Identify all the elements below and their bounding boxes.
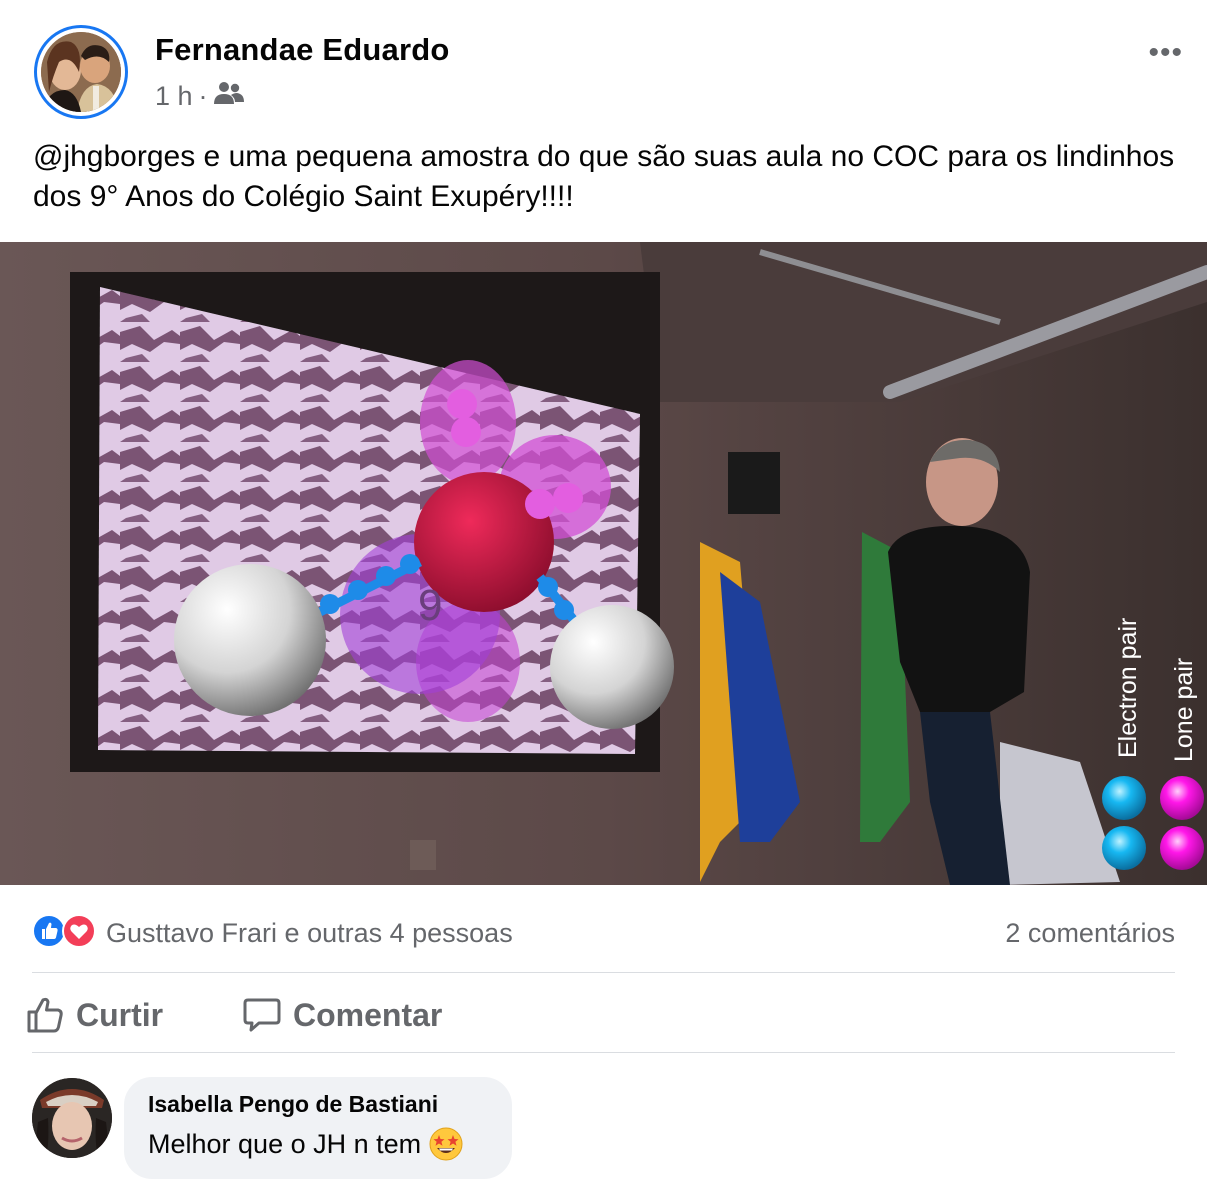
post-meta: 1 h ·: [155, 80, 244, 113]
more-icon[interactable]: •••: [1148, 36, 1183, 70]
author-avatar[interactable]: [41, 32, 121, 112]
comment-text-row: Melhor que o JH n tem: [148, 1127, 463, 1161]
lone-pair-dot: [1160, 826, 1204, 870]
like-icon: [32, 914, 66, 948]
comment-item: Isabella Pengo de Bastiani Melhor que o …: [0, 1068, 1207, 1190]
projection-number: 9: [418, 581, 442, 630]
divider: [32, 972, 1175, 973]
divider: [32, 1052, 1175, 1053]
reactions-summary[interactable]: Gusttavo Frari e outras 4 pessoas: [106, 918, 513, 949]
comment-button-label: Comentar: [293, 996, 443, 1033]
friends-icon: [213, 80, 244, 113]
electron-pair-dot: [1102, 776, 1146, 820]
post-header: Fernandae Eduardo 1 h · •••: [0, 0, 1207, 130]
star-struck-emoji-icon: [429, 1127, 463, 1161]
comment-icon: [243, 998, 281, 1032]
commenter-avatar[interactable]: [32, 1078, 112, 1158]
commenter-avatar-photo: [32, 1078, 112, 1158]
post-text: @jhgborges e uma pequena amostra do que …: [33, 140, 1175, 213]
comment-text: Melhor que o JH n tem: [148, 1128, 422, 1159]
meta-separator: ·: [198, 81, 208, 111]
commenter-name[interactable]: Isabella Pengo de Bastiani: [148, 1091, 438, 1118]
like-button[interactable]: Curtir: [26, 985, 163, 1045]
like-button-label: Curtir: [76, 996, 164, 1033]
legend-lone-label: Lone pair: [1170, 658, 1198, 762]
comment-bubble: Isabella Pengo de Bastiani Melhor que o …: [124, 1077, 512, 1179]
lone-pair-dot: [1160, 776, 1204, 820]
action-bar: Curtir Comentar: [0, 985, 1207, 1045]
thumbs-up-icon: [27, 997, 63, 1033]
comment-button[interactable]: Comentar: [243, 985, 442, 1045]
author-name[interactable]: Fernandae Eduardo: [155, 32, 450, 68]
electron-pair-dot: [1102, 826, 1146, 870]
love-icon: [62, 914, 96, 948]
reaction-icons[interactable]: [32, 914, 102, 950]
post-time[interactable]: 1 h: [155, 81, 193, 112]
legend-electron-label: Electron pair: [1114, 618, 1142, 758]
photo-scene: 9 Electron pair Lone pair: [0, 242, 1207, 885]
comments-count[interactable]: 2 comentários: [1005, 918, 1175, 949]
reactions-row: Gusttavo Frari e outras 4 pessoas 2 come…: [32, 912, 1175, 956]
author-avatar-ring[interactable]: [34, 25, 128, 119]
avatar-photo: [41, 32, 121, 112]
post-photo[interactable]: 9 Electron pair Lone pair: [0, 242, 1207, 885]
